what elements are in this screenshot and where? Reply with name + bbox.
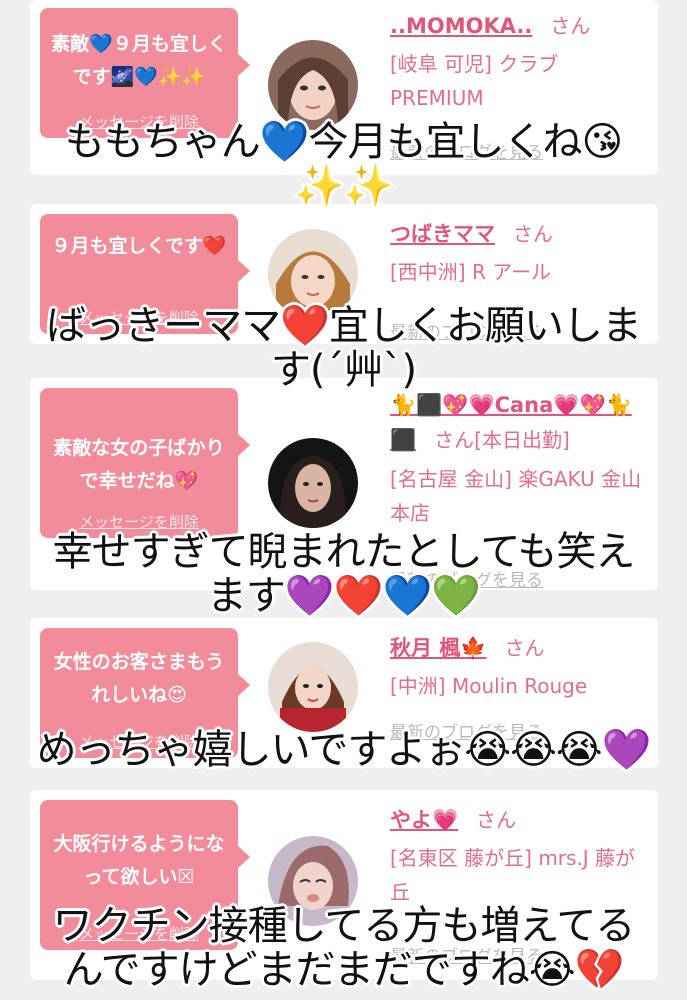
shop-label: [名東区 藤が丘] mrs.J 藤が丘 — [390, 846, 636, 904]
caption-line: ばっきーママ❤️宜しくお願いしま — [46, 303, 642, 349]
caption-line: ワクチン接種してる方も増えてる — [52, 903, 636, 949]
message-bubble: 素敵な女の子ばかりで幸せだね💖 メッセージを削除 — [40, 388, 250, 538]
honorific: さん — [513, 222, 553, 246]
message-text: 大阪行けるようになって欲しい☒ — [53, 833, 225, 888]
caption: ももちゃん💙今月も宜しくね😘 ✨✨ — [0, 120, 687, 208]
message-text: ９月も宜しくです❤️ — [51, 235, 227, 257]
avatar[interactable] — [268, 40, 358, 130]
message-text: 女性のお客さまもうれしいね😍 — [53, 651, 225, 706]
shop-label: [中洲] Moulin Rouge — [390, 674, 588, 698]
message-text: 素敵💙９月も宜しくです🌌💙✨✨ — [51, 33, 227, 88]
avatar[interactable] — [268, 642, 358, 732]
caption-line: す(´艸`) — [270, 347, 417, 393]
caption-line: めっちゃ嬉しいですよぉ😭😭😭💜 — [36, 727, 652, 773]
caption: ばっきーママ❤️宜しくお願いしま す(´艸`) — [0, 304, 687, 392]
caption: ワクチン接種してる方も増えてる んですけどまだまだですね😭💔 — [0, 904, 687, 992]
honorific: さん — [434, 428, 475, 452]
honorific: さん — [504, 636, 545, 660]
caption: 幸せすぎて睨まれたとしても笑え ます💜❤️💙💚 — [0, 530, 687, 618]
caption-line: ます💜❤️💙💚 — [206, 573, 481, 619]
caption-line: んですけどまだまだですね😭💔 — [63, 947, 625, 993]
cast-info: やよ💗 さん [名東区 藤が丘] mrs.J 藤が丘 最新のブログを見る — [390, 804, 644, 967]
caption-line: ももちゃん💙今月も宜しくね😘 — [64, 119, 624, 165]
cast-info: つばきママ さん [西中洲] R アール 最新のブログを見る — [390, 218, 644, 343]
shop-label: [名古屋 金山] 楽GAKU 金山本店 — [390, 467, 642, 525]
caption-line: 幸せすぎて睨まれたとしても笑え — [52, 529, 636, 575]
work-status: [本日出勤] — [474, 428, 570, 452]
shop-label: [西中洲] R アール — [390, 260, 552, 284]
honorific: さん — [476, 808, 517, 832]
honorific: さん — [550, 14, 591, 38]
caption: めっちゃ嬉しいですよぉ😭😭😭💜 — [0, 728, 687, 772]
cast-name-link[interactable]: ..MOMOKA.. — [390, 14, 532, 38]
message-text: 素敵な女の子ばかりで幸せだね💖 — [53, 437, 225, 492]
cast-info: 🐈⬛💖💗Cana💗💖🐈⬛ さん[本日出勤] [名古屋 金山] 楽GAKU 金山本店… — [390, 390, 644, 591]
cast-name-link[interactable]: 秋月 楓🍁 — [390, 636, 486, 660]
cast-info: 秋月 楓🍁 さん [中洲] Moulin Rouge 最新のブログを見る — [390, 632, 644, 743]
caption-line: ✨✨ — [294, 163, 394, 209]
cast-info: ..MOMOKA.. さん [岐阜 可児] クラブ PREMIUM 最新のブログを… — [390, 10, 644, 163]
cast-name-link[interactable]: やよ💗 — [390, 808, 458, 832]
shop-label: [岐阜 可児] クラブ PREMIUM — [390, 52, 559, 110]
avatar[interactable] — [268, 438, 358, 528]
cast-name-link[interactable]: つばきママ — [390, 222, 495, 246]
